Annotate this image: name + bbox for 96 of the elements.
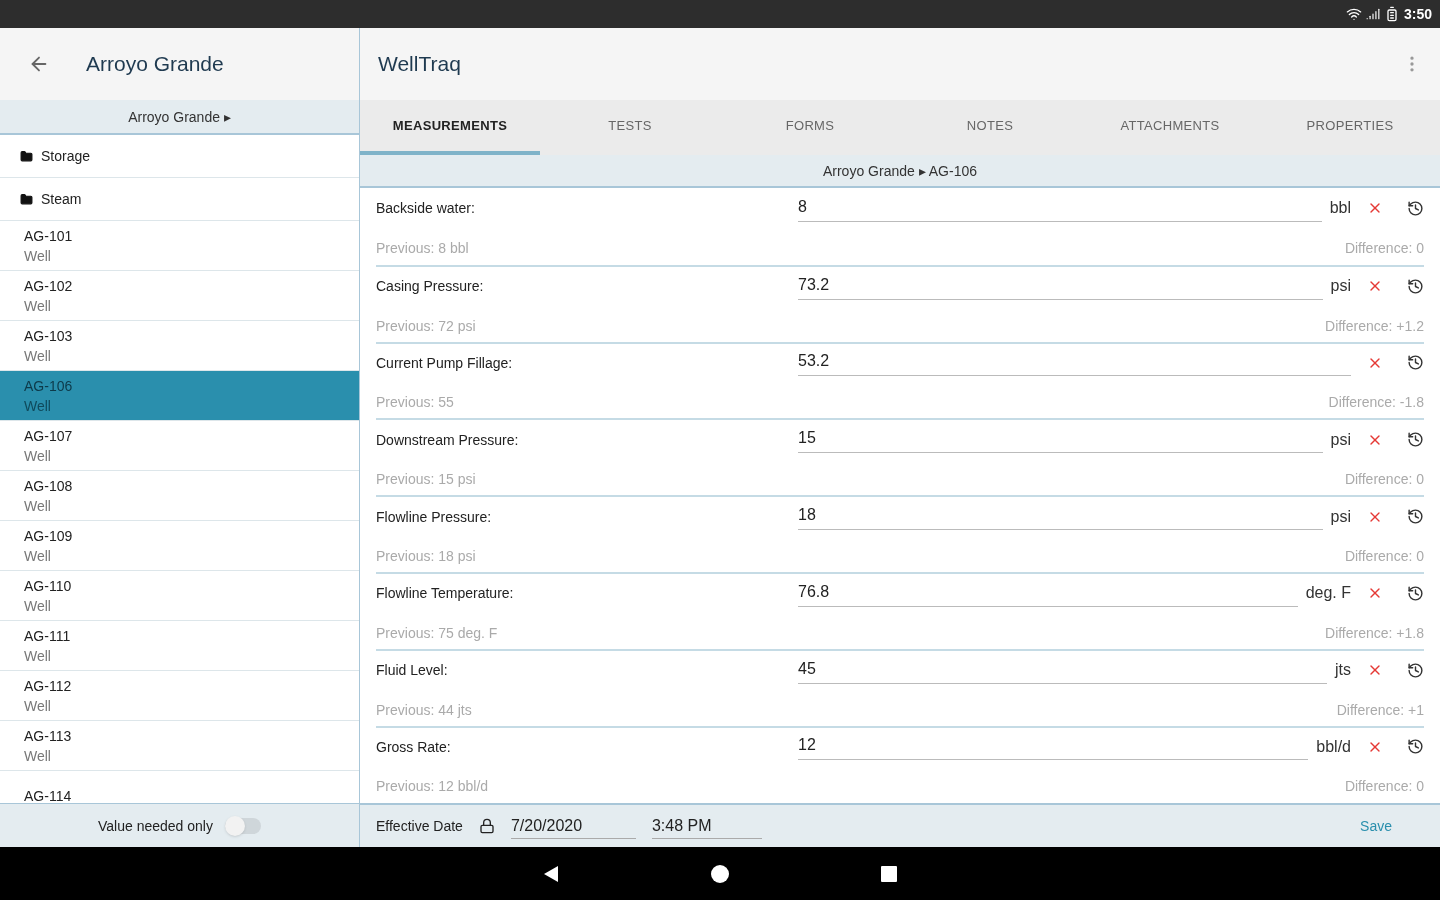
history-icon[interactable]	[1407, 508, 1424, 526]
lock-icon	[478, 818, 495, 834]
folder-label: Storage	[41, 147, 91, 166]
folder-icon	[20, 149, 33, 163]
folder-icon	[20, 192, 33, 206]
well-type: Well	[24, 246, 52, 266]
history-icon[interactable]	[1407, 199, 1424, 217]
difference-value: Difference: -1.8	[1328, 393, 1424, 413]
well-name: AG-102	[24, 276, 74, 296]
previous-value: Previous: 15 psi	[376, 470, 476, 490]
previous-value: Previous: 12 bbl/d	[376, 777, 489, 797]
well-name: AG-111	[24, 626, 72, 646]
left-title: Arroyo Grande	[86, 51, 224, 78]
tab[interactable]: PROPERTIES	[1260, 100, 1440, 155]
folder-label: Steam	[41, 190, 82, 209]
back-nav-icon[interactable]	[542, 863, 560, 884]
difference-value: Difference: 0	[1344, 238, 1424, 258]
difference-value: Difference: +1.2	[1325, 316, 1424, 336]
well-type: Well	[24, 746, 52, 766]
history-icon[interactable]	[1407, 584, 1424, 602]
wifi-icon	[1345, 6, 1362, 22]
date-field[interactable]: 7/20/2020	[510, 813, 636, 839]
measurement-field[interactable]: 8	[798, 194, 1322, 222]
clock: 3:50	[1403, 5, 1432, 24]
effective-date-label: Effective Date	[376, 817, 463, 836]
measurement-field[interactable]: 15	[798, 426, 1323, 454]
signal-icon	[1365, 7, 1380, 21]
history-icon[interactable]	[1407, 661, 1424, 679]
measurement-label: Flowline Pressure:	[376, 507, 493, 527]
measurement-field[interactable]: 53.2	[798, 349, 1351, 377]
unit-label: jts	[1335, 660, 1351, 681]
unit-label: deg. F	[1305, 583, 1351, 604]
measurement-label: Backside water:	[376, 199, 476, 219]
difference-value: Difference: +1	[1336, 700, 1424, 720]
well-name: AG-112	[24, 676, 73, 696]
well-name: AG-106	[24, 376, 74, 396]
measurement-label: Fluid Level:	[376, 661, 449, 681]
difference-value: Difference: 0	[1344, 547, 1424, 567]
well-type: Well	[24, 446, 52, 466]
history-icon[interactable]	[1407, 431, 1424, 449]
previous-value: Previous: 75 deg. F	[376, 623, 498, 643]
tab[interactable]: ATTACHMENTS	[1080, 100, 1260, 155]
unit-label: psi	[1330, 506, 1351, 527]
history-icon[interactable]	[1407, 738, 1424, 756]
measurement-label: Flowline Temperature:	[376, 584, 515, 604]
measurement-field[interactable]: 12	[798, 733, 1309, 761]
measurement-field[interactable]: 18	[798, 503, 1323, 531]
well-name: AG-107	[24, 426, 74, 446]
difference-value: Difference: 0	[1344, 777, 1424, 797]
well-name: AG-108	[24, 476, 74, 496]
well-type: Well	[24, 496, 52, 516]
measurement-label: Current Pump Fillage:	[376, 354, 514, 373]
measurement-label: Downstream Pressure:	[376, 430, 520, 450]
recents-nav-icon[interactable]	[880, 864, 898, 883]
history-icon[interactable]	[1407, 354, 1424, 372]
measurement-field[interactable]: 45	[798, 656, 1327, 684]
previous-value: Previous: 44 jts	[376, 700, 472, 720]
previous-value: Previous: 55	[376, 393, 454, 413]
left-breadcrumb: Arroyo Grande ▸	[0, 100, 359, 135]
tab[interactable]: NOTES	[900, 100, 1080, 155]
tab[interactable]: FORMS	[720, 100, 900, 155]
history-icon[interactable]	[1407, 277, 1424, 295]
well-type: Well	[24, 646, 52, 666]
well-type: Well	[24, 296, 52, 316]
well-name: AG-114	[24, 786, 73, 803]
measurement-label: Casing Pressure:	[376, 277, 485, 297]
well-name: AG-110	[24, 576, 73, 596]
well-name: AG-109	[24, 526, 74, 546]
app-title: WellTraq	[378, 51, 461, 78]
measurement-field[interactable]: 73.2	[798, 272, 1323, 300]
toggle-switch[interactable]	[224, 817, 261, 834]
unit-label: psi	[1330, 276, 1351, 297]
well-type: Well	[24, 396, 52, 416]
previous-value: Previous: 18 psi	[376, 547, 476, 567]
well-type: Well	[24, 546, 52, 566]
well-type: Well	[24, 596, 52, 616]
home-nav-icon[interactable]	[710, 863, 730, 884]
well-name: AG-103	[24, 326, 74, 346]
unit-label: bbl/d	[1316, 736, 1351, 757]
folder-item[interactable]: Storage	[0, 135, 359, 178]
measurement-field[interactable]: 76.8	[798, 579, 1298, 607]
breadcrumb-bar: Arroyo Grande ▸ AG-106	[360, 155, 1440, 188]
well-type: Well	[24, 696, 52, 716]
well-type: Well	[24, 346, 52, 366]
unit-label: psi	[1330, 429, 1351, 450]
well-name: AG-101	[24, 226, 74, 246]
previous-value: Previous: 72 psi	[376, 316, 476, 336]
unit-label: bbl	[1329, 198, 1351, 219]
difference-value: Difference: +1.8	[1325, 623, 1424, 643]
previous-value: Previous: 8 bbl	[376, 238, 469, 258]
well-name: AG-113	[24, 726, 73, 746]
time-field[interactable]: 3:48 PM	[651, 813, 762, 839]
toggle-label: Value needed only	[98, 816, 213, 836]
measurement-label: Gross Rate:	[376, 737, 452, 757]
tab[interactable]: TESTS	[540, 100, 720, 155]
difference-value: Difference: 0	[1344, 470, 1424, 490]
